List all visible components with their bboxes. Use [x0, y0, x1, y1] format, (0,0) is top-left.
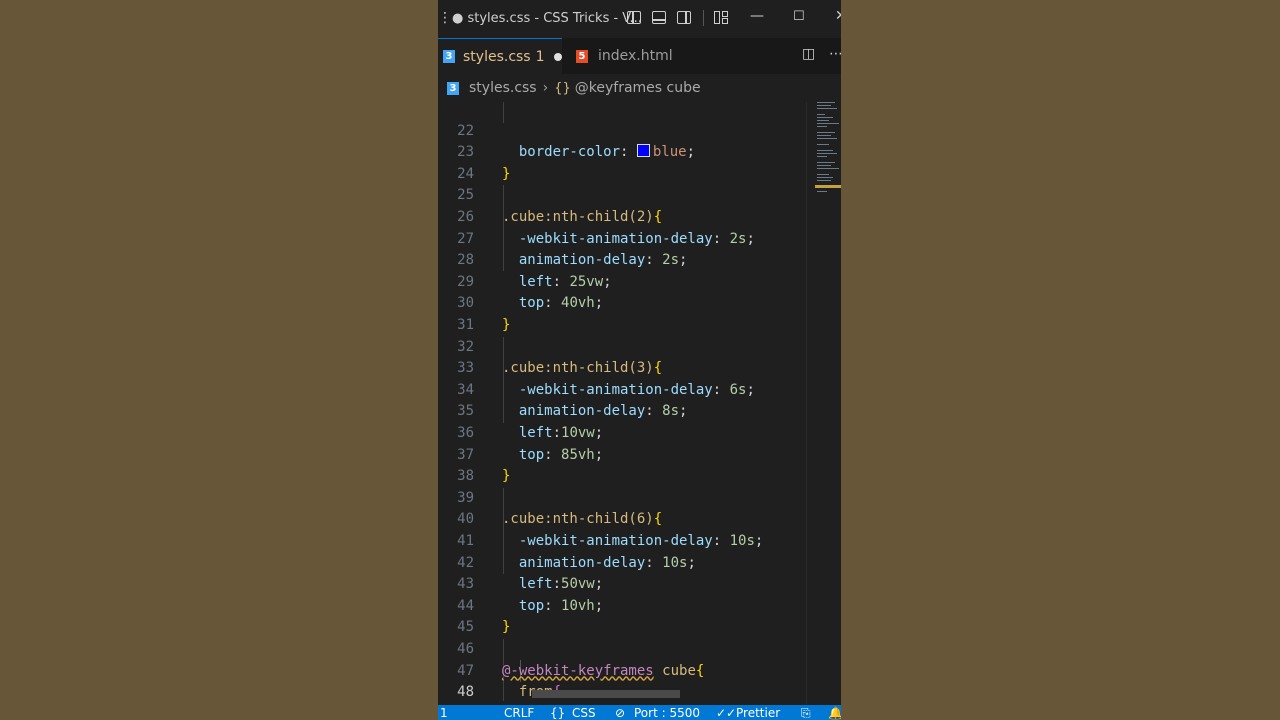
code-line: 44 } — [457, 597, 511, 636]
horizontal-scrollbar[interactable] — [532, 690, 680, 698]
vscode-window: ⋮ ● styles.css - CSS Tricks - V... — ☐ ✕… — [438, 0, 841, 720]
broadcast-icon: ⊘ — [615, 706, 626, 720]
code-line-current: 48 transform: scale(0) rotate(0); — [438, 661, 806, 705]
more-actions-icon[interactable]: ⋯ — [829, 46, 841, 62]
tab-bar: 3 styles.css 1 5 index.html ◫ ⋯ — [438, 38, 841, 74]
status-formatter[interactable]: Prettier — [736, 706, 780, 720]
css-file-icon: 3 — [447, 81, 459, 95]
code-line: 45 — [457, 619, 474, 636]
minimap-highlight — [815, 185, 841, 188]
window-title: ● styles.css - CSS Tricks - V... — [452, 11, 642, 26]
code-line: 22 border-color: blue; — [457, 122, 696, 161]
code-line: 42 left:50vw; — [457, 554, 604, 593]
toggle-panel-icon[interactable] — [652, 11, 666, 24]
status-bar: 1 CRLF {} CSS ⊘ Port : 5500 ✓✓ Prettier … — [438, 705, 841, 720]
html-file-icon: 5 — [576, 49, 588, 63]
breadcrumb-file[interactable]: styles.css — [469, 80, 537, 96]
code-line: 38 — [457, 468, 474, 485]
status-language[interactable]: CSS — [572, 706, 596, 720]
code-line: 37 } — [457, 446, 511, 485]
code-line: 25 .cube:nth-child(2){ — [457, 187, 663, 225]
code-line: 30 } — [457, 295, 511, 333]
keyframes-symbol-icon: {} — [554, 80, 571, 96]
code-editor[interactable]: 22 border-color: blue; 23 } 24 25 .cube:… — [438, 102, 841, 705]
problems-badge: 1 — [535, 48, 545, 65]
maximize-icon[interactable]: ☐ — [793, 9, 805, 24]
toggle-sidebar-icon[interactable] — [627, 11, 641, 24]
split-editor-icon[interactable]: ◫ — [802, 46, 815, 62]
minimap[interactable] — [806, 102, 841, 705]
check-all-icon: ✓✓ — [716, 706, 737, 720]
css-file-icon: 3 — [443, 50, 455, 63]
code-line: 26 -webkit-animation-delay: 2s; — [457, 208, 755, 247]
code-line: 40 -webkit-animation-delay: 10s; — [457, 511, 764, 549]
code-line: 34 animation-delay: 8s; — [457, 381, 688, 420]
background-left — [0, 0, 438, 720]
status-remote[interactable]: 1 — [440, 706, 448, 720]
tab-index-html[interactable]: 5 index.html — [562, 38, 702, 74]
chevron-right-icon: › — [542, 80, 549, 96]
tab-label: index.html — [598, 48, 673, 64]
feedback-icon[interactable]: ⎘ — [801, 706, 811, 720]
background-right — [841, 0, 1280, 720]
status-live-server-port[interactable]: Port : 5500 — [634, 706, 700, 720]
menu-dots-icon[interactable]: ⋮ — [438, 10, 452, 26]
code-line: 36 top: 85vh; — [457, 424, 604, 463]
code-line: 33 -webkit-animation-delay: 6s; — [457, 360, 755, 398]
code-line: 27 animation-delay: 2s; — [457, 230, 688, 269]
notifications-icon[interactable]: 🔔 — [828, 706, 841, 720]
code-line: 23 } — [457, 144, 511, 182]
tab-label: styles.css — [463, 48, 531, 65]
tab-styles-css[interactable]: 3 styles.css 1 — [438, 38, 562, 74]
breadcrumb: 3 styles.css › {} @keyframes cube — [438, 74, 841, 102]
code-line: 29 top: 40vh; — [457, 273, 604, 312]
breadcrumb-symbol[interactable]: @keyframes cube — [575, 80, 701, 96]
code-line: 31 — [457, 316, 474, 333]
status-language-icon: {} — [550, 706, 566, 720]
unsaved-dot-icon[interactable] — [553, 52, 562, 61]
code-line: 28 left: 25vw; — [457, 252, 612, 290]
minimize-icon[interactable]: — — [750, 8, 764, 24]
title-separator — [703, 10, 704, 26]
close-icon[interactable]: ✕ — [835, 8, 841, 24]
code-line: 41 animation-delay: 10s; — [457, 532, 696, 571]
code-line: 32 .cube:nth-child(3){ — [457, 338, 663, 377]
code-line: 35 left:10vw; — [457, 403, 604, 441]
toggle-secondary-sidebar-icon[interactable] — [677, 11, 691, 24]
code-line: 43 top: 10vh; — [457, 576, 604, 614]
code-line: 47 from{ — [457, 662, 561, 701]
code-line: 24 — [457, 165, 474, 182]
code-line: 39 .cube:nth-child(6){ — [457, 489, 663, 528]
code-line: 46 @-webkit-keyframes cube{ — [457, 640, 705, 679]
status-eol[interactable]: CRLF — [504, 706, 534, 720]
title-bar: ⋮ ● styles.css - CSS Tricks - V... — ☐ ✕ — [438, 0, 841, 38]
customize-layout-icon[interactable] — [714, 11, 728, 24]
